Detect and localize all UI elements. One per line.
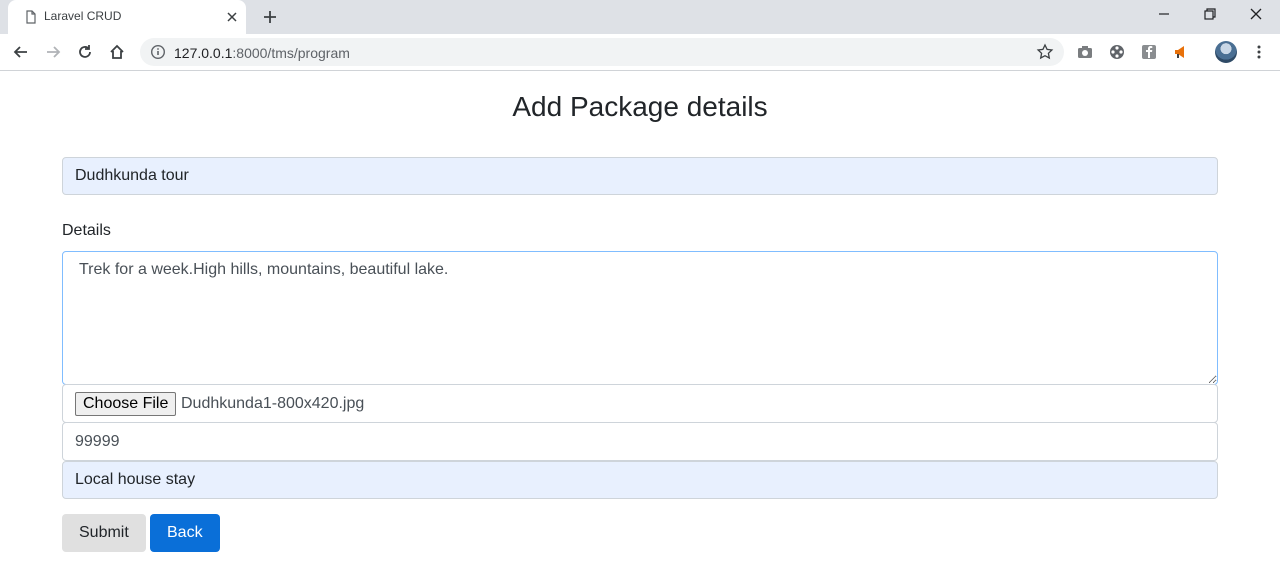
browser-tab[interactable]: Laravel CRUD: [8, 0, 246, 34]
more-menu-icon[interactable]: [1250, 43, 1268, 61]
choose-file-button[interactable]: Choose File: [75, 392, 177, 416]
film-reel-icon[interactable]: [1108, 43, 1126, 61]
minimize-icon[interactable]: [1156, 6, 1172, 22]
profile-avatar[interactable]: [1215, 41, 1237, 63]
details-label: Details: [62, 222, 111, 239]
tab-strip: Laravel CRUD: [0, 0, 1280, 34]
new-tab-icon[interactable]: [261, 8, 279, 26]
page-content: Add Package details Details Trek for a w…: [0, 71, 1280, 584]
accommodation-input[interactable]: [62, 461, 1218, 499]
address-bar[interactable]: 127.0.0.1:8000/tms/program: [140, 38, 1064, 66]
close-icon[interactable]: [224, 9, 240, 25]
tab-title: Laravel CRUD: [44, 9, 122, 23]
info-icon[interactable]: [150, 44, 166, 60]
back-arrow-icon[interactable]: [12, 43, 30, 61]
reload-icon[interactable]: [76, 43, 94, 61]
image-file-input[interactable]: Choose File Dudhkunda1-800x420.jpg: [62, 384, 1218, 423]
package-name-input[interactable]: [62, 157, 1218, 195]
details-textarea[interactable]: Trek for a week.High hills, mountains, b…: [62, 251, 1218, 385]
home-icon[interactable]: [108, 43, 126, 61]
bookmark-star-icon[interactable]: [1036, 43, 1054, 61]
facebook-icon[interactable]: [1140, 43, 1158, 61]
url-text[interactable]: 127.0.0.1:8000/tms/program: [174, 45, 350, 61]
selected-file-name: Dudhkunda1-800x420.jpg: [181, 395, 365, 412]
submit-button[interactable]: Submit: [62, 514, 146, 552]
camera-icon[interactable]: [1076, 43, 1094, 61]
page-icon: [26, 10, 36, 24]
url-path: :8000/tms/program: [232, 45, 350, 61]
back-button[interactable]: Back: [150, 514, 220, 552]
forward-arrow-icon[interactable]: [44, 43, 62, 61]
window-close-icon[interactable]: [1248, 6, 1264, 22]
price-input[interactable]: [62, 422, 1218, 461]
url-host: 127.0.0.1: [174, 45, 233, 61]
page-title: Add Package details: [512, 91, 768, 122]
browser-toolbar: 127.0.0.1:8000/tms/program: [0, 34, 1280, 71]
megaphone-icon[interactable]: [1172, 43, 1190, 61]
restore-icon[interactable]: [1202, 6, 1218, 22]
